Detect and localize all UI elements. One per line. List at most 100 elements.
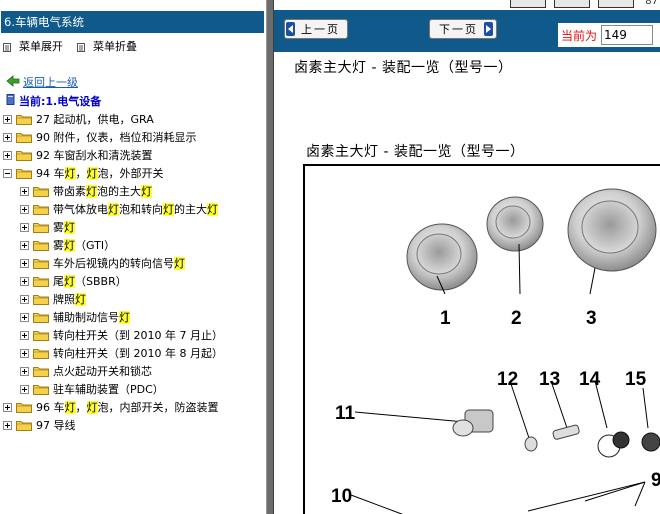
previous-page-button[interactable]: 上一页 [284,19,348,39]
tree-item[interactable]: 辅助制动信号灯 [20,308,130,326]
search-highlight: 灯 [141,185,152,198]
toolbar-button[interactable] [510,0,546,8]
folder-icon [16,167,32,179]
expand-toggle-icon[interactable] [3,132,12,142]
expand-toggle-icon[interactable] [3,402,12,412]
arrow-left-icon [286,22,295,36]
tree-item-label: 尾灯（SBBR） [53,273,127,289]
top-toolbar-strip: 87 [274,0,660,10]
tree-item[interactable]: 尾灯（SBBR） [20,272,127,290]
expand-toggle-icon[interactable] [20,186,29,196]
search-highlight: 灯 [86,401,98,414]
tree-item[interactable]: 92 车窗刮水和清洗装置 [3,146,153,164]
search-highlight: 灯 [64,239,75,252]
next-page-button[interactable]: 下一页 [429,19,497,39]
expand-toggle-icon[interactable] [3,114,12,124]
label-text: 92 车窗刮水和清洗装置 [36,149,153,162]
search-highlight: 灯 [86,185,97,198]
label-text: 泡，外部开关 [97,167,164,180]
assembly-diagram: 1 2 3 11 12 13 14 15 10 9 [303,164,660,514]
label-text: 雾 [53,221,64,234]
page-title: 卤素主大灯 - 装配一览（型号一） [294,60,513,76]
tree-item[interactable]: 带卤素灯泡的主大灯 [20,182,152,200]
menu-expand-button[interactable]: 菜单展开 [3,39,63,55]
bulb-parts [350,380,660,514]
expand-toggle-icon[interactable] [20,222,29,232]
menu-collapse-label: 菜单折叠 [93,40,137,53]
expand-toggle-icon[interactable] [20,204,29,214]
search-highlight: 灯 [174,257,185,270]
folder-icon [33,365,49,377]
folder-icon [33,311,49,323]
current-page-input[interactable] [601,25,654,45]
expand-toggle-icon[interactable] [20,312,29,322]
expand-toggle-icon[interactable] [20,240,29,250]
tree-item[interactable]: 转向柱开关（到 2010 年 7 月止） [20,326,223,344]
folder-icon [33,239,49,251]
label-text: 牌照 [53,293,75,306]
expand-toggle-icon[interactable] [20,294,29,304]
folder-icon [33,329,49,341]
search-highlight: 灯 [163,203,174,216]
folder-icon [33,185,49,197]
search-highlight: 灯 [64,275,75,288]
tree-item-label: 转向柱开关（到 2010 年 7 月止） [53,327,223,343]
tree-item[interactable]: 转向柱开关（到 2010 年 8 月起） [20,344,223,362]
toolbar-button[interactable] [554,0,590,8]
callout-14: 14 [579,369,601,390]
tree-item[interactable]: 驻车辅助装置（PDC） [20,380,164,398]
toolbar-button[interactable] [598,0,634,8]
tree-item-label: 点火起动开关和锁芯 [53,363,152,379]
current-location-label: 当前:1.电气设备 [19,95,102,108]
assembly-diagram-svg: 1 2 3 11 12 13 14 15 10 9 [331,188,660,514]
folder-icon [16,419,32,431]
tree-item[interactable]: 27 起动机，供电，GRA [3,110,154,128]
search-highlight: 灯 [86,167,98,180]
tree-item[interactable]: 97 导线 [3,416,76,434]
tree-item[interactable]: 带气体放电灯泡和转向灯的主大灯 [20,200,218,218]
expand-icon [3,42,13,52]
tree-item[interactable]: 点火起动开关和锁芯 [20,362,152,380]
search-highlight: 灯 [64,167,76,180]
page-count-fragment: 87 [645,0,658,7]
tree-item[interactable]: 90 附件，仪表，档位和消耗显示 [3,128,197,146]
tree-item-label: 转向柱开关（到 2010 年 8 月起） [53,345,223,361]
tree-item[interactable]: 牌照灯 [20,290,86,308]
back-link[interactable]: 返回上一级 [6,74,78,90]
callout-1: 1 [440,308,451,329]
cover-cap-part [406,223,478,295]
pane-splitter[interactable] [266,0,274,514]
search-highlight: 灯 [108,203,119,216]
callout-13: 13 [539,369,560,390]
expand-toggle-icon[interactable] [20,330,29,340]
tree-item[interactable]: 94 车灯，灯泡，外部开关 [3,164,164,182]
collapse-toggle-icon[interactable] [3,168,12,178]
callout-3: 3 [586,308,597,329]
tree-item[interactable]: 雾灯 [20,218,75,236]
right-pane: 87 上一页 下一页 当前为 卤素主大灯 - 装配一览（型号一） 卤素主大灯 -… [274,0,660,514]
expand-toggle-icon[interactable] [20,276,29,286]
label-text: 辅助制动信号 [53,311,119,324]
callout-10: 10 [331,486,352,507]
figure-title: 卤素主大灯 - 装配一览（型号一） [306,144,525,160]
expand-toggle-icon[interactable] [3,150,12,160]
expand-toggle-icon[interactable] [20,366,29,376]
folder-icon [33,293,49,305]
expand-toggle-icon[interactable] [3,420,12,430]
folder-icon [33,347,49,359]
label-text: 泡，内部开关，防盗装置 [97,401,219,414]
expand-toggle-icon[interactable] [20,348,29,358]
folder-icon [33,203,49,215]
expand-toggle-icon[interactable] [20,384,29,394]
search-highlight: 灯 [75,293,86,306]
expand-toggle-icon[interactable] [20,258,29,268]
tree-item-label: 雾灯 [53,219,75,235]
menu-collapse-button[interactable]: 菜单折叠 [77,39,137,55]
label-text: 泡和转向 [119,203,163,216]
navigation-bar: 87 上一页 下一页 当前为 [274,0,660,52]
label-text: 尾 [53,275,64,288]
tree-item[interactable]: 车外后视镜内的转向信号灯 [20,254,185,272]
tree-item[interactable]: 96 车灯，灯泡，内部开关，防盗装置 [3,398,219,416]
label-text: 90 附件，仪表，档位和消耗显示 [36,131,197,144]
tree-item[interactable]: 雾灯（GTI） [20,236,115,254]
